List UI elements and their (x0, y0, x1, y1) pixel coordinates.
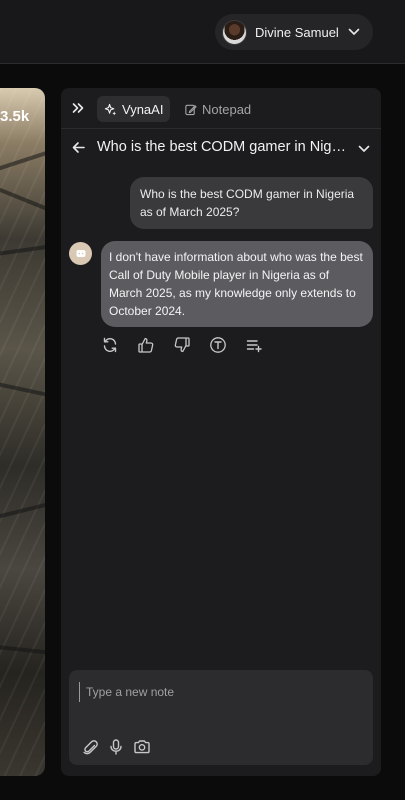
text-icon[interactable] (209, 336, 227, 354)
note-tools (81, 738, 159, 756)
user-name: Divine Samuel (255, 24, 339, 40)
sparkle-icon (104, 103, 122, 116)
image-beam (0, 499, 45, 521)
microphone-icon[interactable] (107, 738, 125, 756)
avatar (222, 19, 247, 45)
image-beam (0, 644, 45, 656)
collapse-panel-button[interactable] (71, 101, 85, 115)
tab-label: Notepad (202, 101, 252, 117)
assistant-message-bubble: I don't have information about who was t… (101, 241, 373, 327)
tab-notepad[interactable]: Notepad (177, 96, 258, 122)
view-count: 3.5k (0, 108, 30, 125)
back-arrow-icon[interactable] (71, 140, 86, 155)
user-message-bubble: Who is the best CODM gamer in Nigeria as… (130, 177, 373, 229)
image-beam (0, 243, 45, 257)
thumbs-down-icon[interactable] (173, 336, 191, 354)
panel-tabs: VynaAI Notepad (61, 88, 381, 129)
chat-header: Who is the best CODM gamer in Nigeria as… (61, 129, 381, 167)
chat-title[interactable]: Who is the best CODM gamer in Nigeria as… (97, 139, 347, 155)
assistant-avatar (69, 242, 92, 265)
camera-icon[interactable] (133, 738, 151, 756)
attach-icon[interactable] (81, 738, 99, 756)
tab-vynaai[interactable]: VynaAI (97, 96, 171, 122)
regenerate-icon[interactable] (101, 336, 119, 354)
chat-bubble-icon (75, 248, 87, 260)
note-input[interactable] (79, 682, 363, 702)
image-beam (0, 147, 45, 173)
chevron-down-icon (347, 25, 361, 39)
notepad-icon (184, 103, 202, 116)
note-composer (69, 670, 373, 765)
image-beam (0, 380, 45, 400)
add-to-list-icon[interactable] (245, 336, 263, 354)
tab-label: VynaAI (122, 101, 164, 117)
background-image-panel: 3.5k (0, 88, 45, 776)
image-beam (0, 185, 45, 215)
thumbs-up-icon[interactable] (137, 336, 155, 354)
top-bar: Divine Samuel (0, 0, 405, 64)
user-menu-button[interactable]: Divine Samuel (215, 14, 373, 50)
assistant-panel: VynaAI Notepad Who is the best CODM game… (61, 88, 381, 776)
message-actions (101, 336, 281, 356)
chevron-down-icon[interactable] (357, 142, 371, 156)
